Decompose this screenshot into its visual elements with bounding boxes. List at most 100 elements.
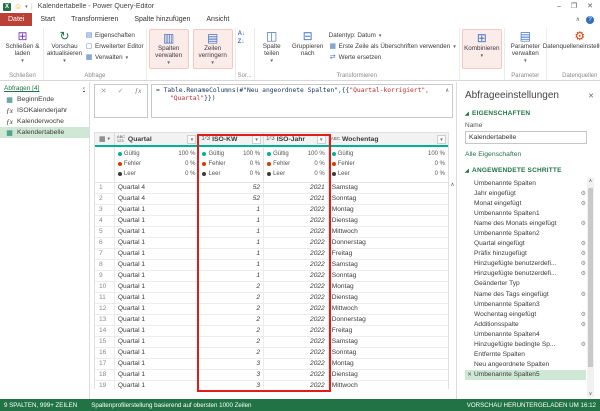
scroll-up-icon[interactable]: ∧ bbox=[589, 178, 593, 184]
minimize-button[interactable]: – bbox=[557, 2, 561, 12]
vertical-scrollbar[interactable]: ∧ ∨ bbox=[449, 182, 456, 411]
step-settings-gear-icon[interactable]: ⚙ bbox=[578, 311, 586, 318]
applied-steps-section-header[interactable]: ◢ ANGEWENDETE SCHRITTE bbox=[465, 167, 594, 174]
applied-step[interactable]: Präfix hinzugefügt ⚙ bbox=[465, 249, 586, 259]
table-row[interactable]: 14 Quartal 1 2 2022 Freitag bbox=[95, 326, 448, 337]
refresh-preview-button[interactable]: ↻ Vorschau aktualisieren▼ bbox=[46, 28, 83, 64]
applied-step[interactable]: Umbenannte Spalten4 bbox=[465, 329, 586, 339]
table-row[interactable]: 10 Quartal 1 2 2022 Montag bbox=[95, 282, 448, 293]
first-row-headers-button[interactable]: ▦ Erste Zeile als Überschriften verwende… bbox=[329, 41, 457, 51]
step-settings-gear-icon[interactable]: ⚙ bbox=[578, 260, 586, 267]
applied-step[interactable]: Umbenannte Spalten3 bbox=[465, 299, 586, 309]
applied-step[interactable]: Entfernte Spalten bbox=[465, 350, 586, 360]
table-corner-button[interactable]: ▦▾ bbox=[95, 133, 115, 145]
properties-button[interactable]: ▤ Eigenschaften bbox=[85, 30, 144, 40]
close-button[interactable]: ✕ bbox=[587, 2, 593, 12]
datatype-number-icon[interactable]: 1²3 bbox=[266, 137, 275, 141]
properties-section-header[interactable]: ◢ EIGENSCHAFTEN bbox=[465, 110, 594, 117]
applied-step[interactable]: Umbenannte Spalten bbox=[465, 178, 586, 188]
table-row[interactable]: 19 Quartal 1 3 2022 Mittwoch bbox=[95, 381, 448, 389]
query-list-item[interactable]: ▦ BeginnEnde bbox=[0, 94, 89, 105]
table-row[interactable]: 3 Quartal 1 1 2022 Montag bbox=[95, 205, 448, 216]
applied-step[interactable]: Umbenannte Spalten2 bbox=[465, 228, 586, 238]
filter-dropdown-icon[interactable]: ▼ bbox=[437, 135, 446, 144]
group-by-button[interactable]: ⊟ Gruppieren nach bbox=[289, 28, 327, 57]
reduce-rows-button[interactable]: ▤ Zeilen verringern▼ bbox=[193, 29, 233, 69]
query-list-item[interactable]: ƒx Kalenderwoche bbox=[0, 116, 89, 127]
table-row[interactable]: 2 Quartal 4 52 2021 Sonntag bbox=[95, 194, 448, 205]
applied-step[interactable]: Name des Monats eingefügt ⚙ bbox=[465, 218, 586, 228]
step-settings-gear-icon[interactable]: ⚙ bbox=[578, 270, 586, 277]
combine-button[interactable]: ⊞ Kombinieren▼ bbox=[462, 29, 502, 69]
formula-expand-icon[interactable]: ∧ bbox=[445, 87, 449, 95]
column-header-iso-kw[interactable]: 1²3 ISO-KW ▼ bbox=[199, 133, 264, 145]
filter-dropdown-icon[interactable]: ▼ bbox=[252, 135, 261, 144]
manage-columns-button[interactable]: ▥ Spalten verwalten▼ bbox=[149, 29, 189, 69]
step-settings-gear-icon[interactable]: ⚙ bbox=[578, 291, 586, 298]
table-row[interactable]: 12 Quartal 1 2 2022 Mittwoch bbox=[95, 304, 448, 315]
menu-tab[interactable]: Datei bbox=[0, 13, 32, 26]
advanced-editor-button[interactable]: ▢ Erweiterter Editor bbox=[85, 41, 144, 51]
scroll-up-icon[interactable]: ∧ bbox=[450, 182, 454, 188]
table-row[interactable]: 11 Quartal 1 2 2022 Dienstag bbox=[95, 293, 448, 304]
step-settings-gear-icon[interactable]: ⚙ bbox=[578, 190, 586, 197]
table-row[interactable]: 1 Quartal 4 52 2021 Samstag bbox=[95, 183, 448, 194]
menu-tab[interactable]: Spalte hinzufügen bbox=[126, 13, 198, 26]
close-panel-icon[interactable]: ✕ bbox=[588, 92, 594, 100]
sort-descending-button[interactable]: Z↓ bbox=[238, 39, 245, 45]
quick-access-caret-icon[interactable]: ▾ bbox=[25, 4, 28, 10]
applied-step[interactable]: Name des Tags eingefügt ⚙ bbox=[465, 289, 586, 299]
applied-step[interactable]: Hinzugefügte benutzerdefi... ⚙ bbox=[465, 269, 586, 279]
table-row[interactable]: 16 Quartal 1 2 2022 Sonntag bbox=[95, 348, 448, 359]
help-icon[interactable]: ? bbox=[586, 16, 594, 24]
collapse-ribbon-icon[interactable]: ∧ bbox=[576, 16, 580, 23]
table-row[interactable]: 9 Quartal 1 1 2022 Sonntag bbox=[95, 271, 448, 282]
table-row[interactable]: 15 Quartal 1 2 2022 Samstag bbox=[95, 337, 448, 348]
step-settings-gear-icon[interactable]: ⚙ bbox=[578, 220, 586, 227]
feedback-smiley-icon[interactable]: ☺ bbox=[14, 3, 22, 11]
query-list-item[interactable]: ▦ Kalendertabelle bbox=[0, 127, 89, 138]
column-header-quartal[interactable]: ABC123 Quartal ▼ bbox=[115, 133, 200, 145]
table-row[interactable]: 5 Quartal 1 1 2022 Mittwoch bbox=[95, 227, 448, 238]
split-column-button[interactable]: ◫ Spalte teilen▼ bbox=[257, 28, 287, 64]
manage-parameters-button[interactable]: ▤ Parameter verwalten▼ bbox=[507, 28, 544, 64]
applied-step[interactable]: Umbenannte Spalten1 bbox=[465, 208, 586, 218]
steps-scrollbar[interactable]: ∧ ∨ bbox=[587, 178, 594, 397]
scroll-down-icon[interactable]: ∨ bbox=[589, 391, 593, 397]
step-settings-gear-icon[interactable]: ⚙ bbox=[578, 250, 586, 257]
table-row[interactable]: 6 Quartal 1 1 2022 Donnerstag bbox=[95, 238, 448, 249]
step-settings-gear-icon[interactable]: ⚙ bbox=[578, 341, 586, 348]
applied-step[interactable]: ✕ Umbenannte Spalten5 bbox=[465, 370, 586, 380]
menu-tab[interactable]: Ansicht bbox=[198, 13, 237, 26]
column-header-iso-jahr[interactable]: 1²3 ISO-Jahr ▼ bbox=[264, 133, 329, 145]
applied-step[interactable]: Neu angeordnete Spalten bbox=[465, 360, 586, 370]
applied-step[interactable]: Quartal eingefügt ⚙ bbox=[465, 239, 586, 249]
delete-step-icon[interactable]: ✕ bbox=[465, 372, 474, 378]
menu-tab[interactable]: Start bbox=[32, 13, 63, 26]
formula-bar-input[interactable]: = Table.RenameColumns(#"Neu angeordnete … bbox=[151, 84, 453, 118]
applied-step[interactable]: Wochentag eingefügt ⚙ bbox=[465, 309, 586, 319]
filter-dropdown-icon[interactable]: ▼ bbox=[317, 135, 326, 144]
table-row[interactable]: 13 Quartal 1 2 2022 Donnerstag bbox=[95, 315, 448, 326]
datatype-text-icon[interactable]: ABC bbox=[331, 137, 340, 141]
column-header-wochentag[interactable]: ABC Wochentag ▼ bbox=[329, 133, 448, 145]
status-profiling-info[interactable]: Spaltenprofilerstellung basierend auf ob… bbox=[91, 402, 251, 409]
commit-formula-icon[interactable]: ✓ bbox=[118, 87, 124, 95]
applied-step[interactable]: Geänderter Typ bbox=[465, 279, 586, 289]
steps-scroll-thumb[interactable] bbox=[588, 188, 593, 367]
manage-button[interactable]: ▦ Verwalten▼ bbox=[85, 52, 144, 62]
query-name-input[interactable] bbox=[465, 131, 587, 144]
table-row[interactable]: 8 Quartal 1 1 2022 Samstag bbox=[95, 260, 448, 271]
step-settings-gear-icon[interactable]: ⚙ bbox=[578, 321, 586, 328]
close-and-load-button[interactable]: ⊞ Schließen & laden▼ bbox=[4, 28, 41, 64]
table-row[interactable]: 4 Quartal 1 1 2022 Dienstag bbox=[95, 216, 448, 227]
sort-ascending-button[interactable]: A↓ bbox=[238, 31, 245, 37]
applied-step[interactable]: Monat eingefügt ⚙ bbox=[465, 198, 586, 208]
datatype-any-icon[interactable]: ABC123 bbox=[117, 135, 126, 143]
menu-tab[interactable]: Transformieren bbox=[63, 13, 126, 26]
collapse-pane-icon[interactable]: ‹ bbox=[83, 86, 85, 92]
replace-values-button[interactable]: ⇄ Werte ersetzen bbox=[329, 52, 457, 62]
applied-step[interactable]: Additionsspalte ⚙ bbox=[465, 319, 586, 329]
query-list-item[interactable]: ƒx ISOKalenderjahr bbox=[0, 105, 89, 116]
datatype-button[interactable]: Datentyp: Datum▼ bbox=[329, 30, 457, 40]
